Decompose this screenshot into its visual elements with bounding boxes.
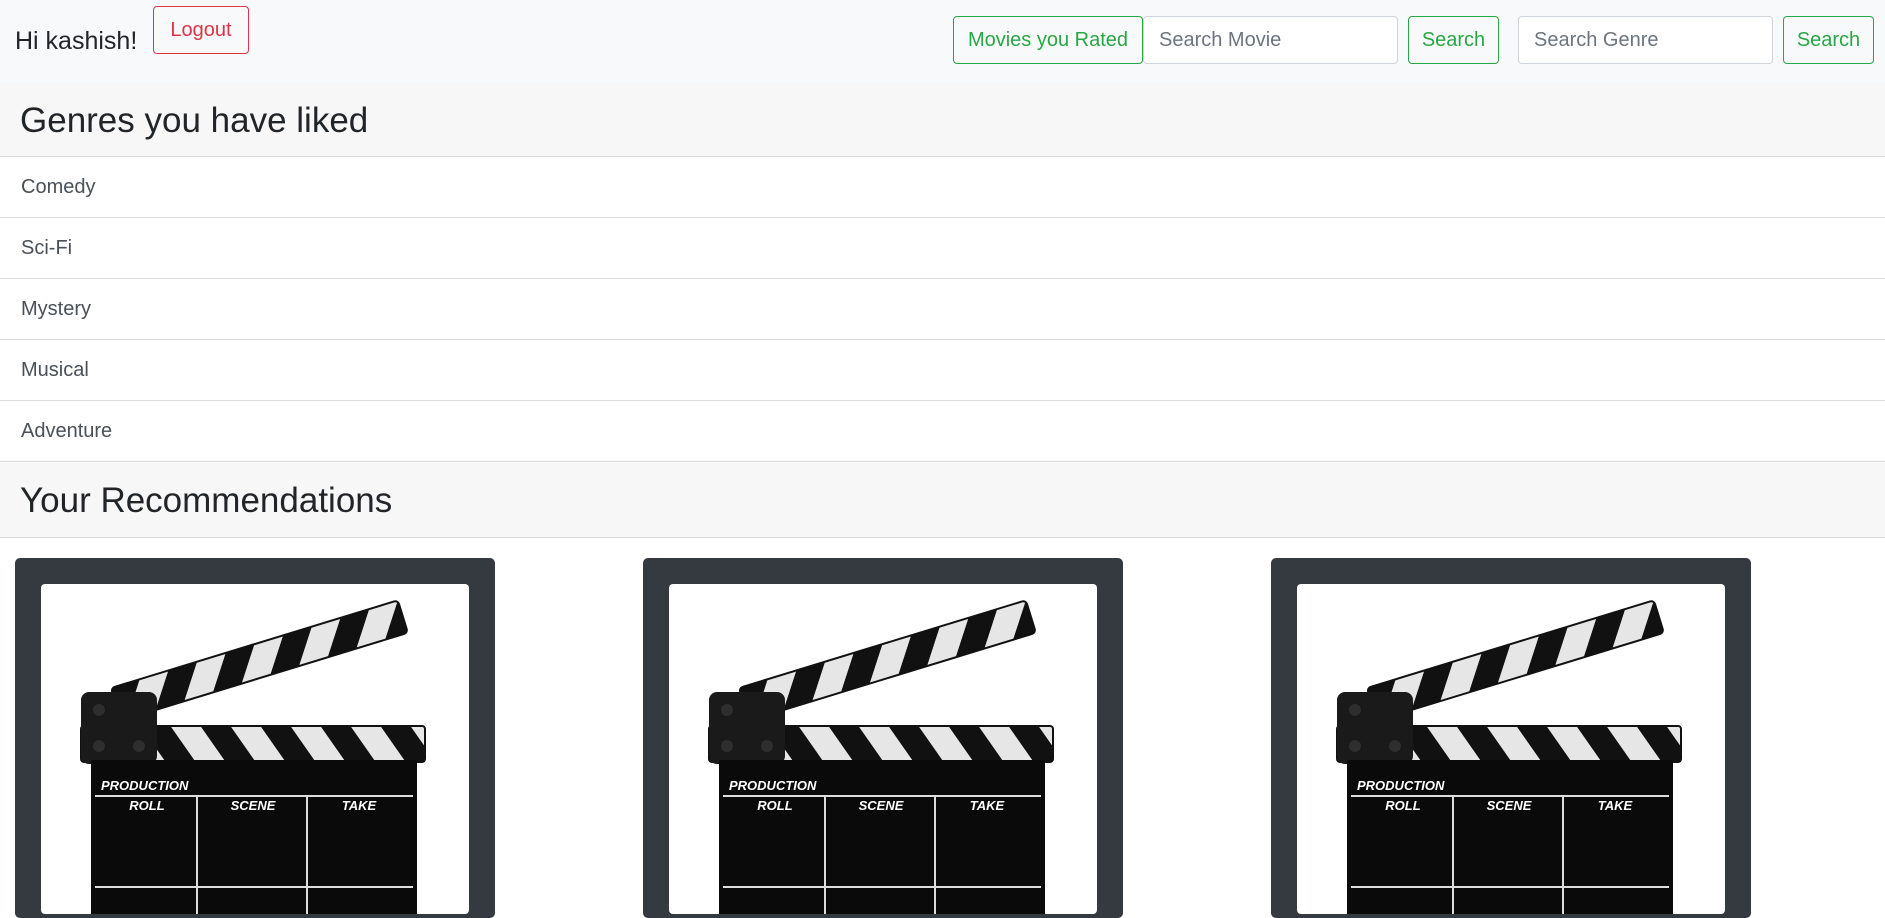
user-greeting: Hi kashish! [15, 27, 138, 55]
genre-search-input[interactable] [1518, 16, 1773, 64]
clapperboard-icon: PRODUCTION ROLL SCENE TAKE [708, 600, 1054, 914]
genre-item-sci-fi[interactable]: Sci-Fi [0, 218, 1885, 279]
genre-item-adventure[interactable]: Adventure [0, 401, 1885, 462]
board-scene-text: SCENE [859, 798, 904, 813]
movie-card[interactable]: PRODUCTION ROLL SCENE TAKE [15, 558, 495, 918]
board-scene-text: SCENE [231, 798, 276, 813]
board-production-text: PRODUCTION [729, 778, 817, 793]
logout-button[interactable]: Logout [153, 6, 249, 54]
recommendations-section-header: Your Recommendations [0, 463, 1885, 538]
movies-rated-button[interactable]: Movies you Rated [953, 16, 1143, 64]
board-production-text: PRODUCTION [101, 778, 189, 793]
genre-item-mystery[interactable]: Mystery [0, 279, 1885, 340]
board-scene-text: SCENE [1487, 798, 1532, 813]
genre-list: Comedy Sci-Fi Mystery Musical Adventure [0, 157, 1885, 462]
board-roll-text: ROLL [129, 798, 164, 813]
movie-card[interactable]: PRODUCTION ROLL SCENE TAKE [643, 558, 1123, 918]
movie-search-button[interactable]: Search [1408, 16, 1499, 64]
movie-search-input[interactable] [1143, 16, 1398, 64]
clapperboard-icon: PRODUCTION ROLL SCENE TAKE [80, 600, 426, 914]
board-take-text: TAKE [1598, 798, 1633, 813]
genres-section-title: Genres you have liked [20, 101, 369, 140]
board-production-text: PRODUCTION [1357, 778, 1445, 793]
top-navbar: Hi kashish! Logout Movies you Rated Sear… [0, 0, 1885, 83]
clapperboard-icon: PRODUCTION ROLL SCENE TAKE [1336, 600, 1682, 914]
board-take-text: TAKE [342, 798, 377, 813]
genre-search-button[interactable]: Search [1783, 16, 1874, 64]
board-take-text: TAKE [970, 798, 1005, 813]
movie-card-image: PRODUCTION ROLL SCENE TAKE [669, 584, 1097, 914]
movie-card-image: PRODUCTION ROLL SCENE TAKE [41, 584, 469, 914]
board-roll-text: ROLL [757, 798, 792, 813]
movie-card[interactable]: PRODUCTION ROLL SCENE TAKE [1271, 558, 1751, 918]
recommendations-section-title: Your Recommendations [20, 481, 393, 520]
movie-card-image: PRODUCTION ROLL SCENE TAKE [1297, 584, 1725, 914]
board-roll-text: ROLL [1385, 798, 1420, 813]
genres-section-header: Genres you have liked [0, 83, 1885, 157]
genre-item-comedy[interactable]: Comedy [0, 157, 1885, 218]
genre-item-musical[interactable]: Musical [0, 340, 1885, 401]
